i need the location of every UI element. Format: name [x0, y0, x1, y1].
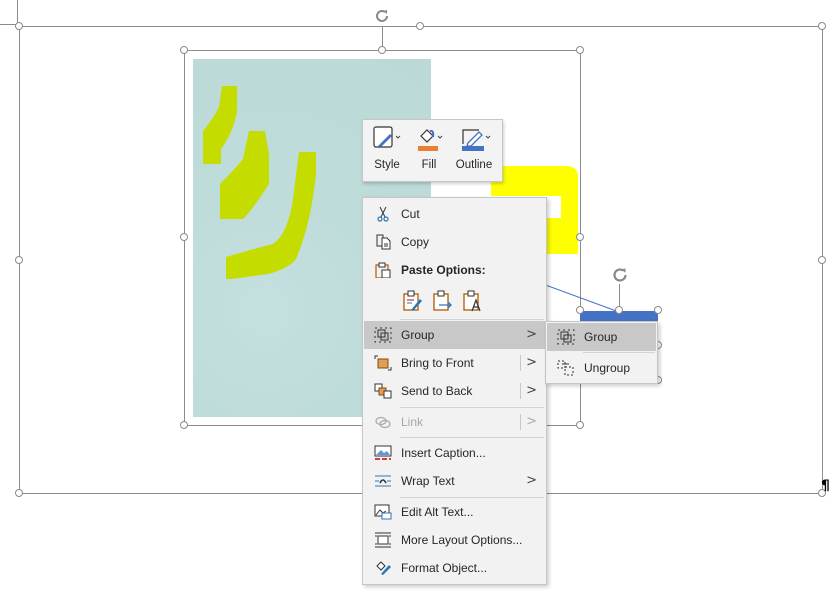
shape-style-icon	[373, 126, 401, 148]
chevron-right-icon[interactable]: >	[526, 355, 537, 370]
submenu-separator	[583, 352, 655, 353]
menu-label-send-to-back: Send to Back	[401, 384, 473, 398]
outer-handle-top-left[interactable]	[15, 22, 23, 30]
menu-separator	[400, 319, 544, 320]
bring-to-front-icon	[374, 355, 392, 371]
paste-keep-formatting-icon[interactable]	[401, 290, 423, 312]
menu-separator	[400, 437, 544, 438]
menu-item-copy[interactable]: Copy	[364, 228, 545, 256]
menu-label-format-object: Format Object...	[401, 561, 488, 575]
menu-label-link: Link	[401, 415, 424, 429]
outer-handle-top-mid[interactable]	[416, 22, 424, 30]
menu-label-group: Group	[401, 328, 435, 342]
menu-item-wrap-text[interactable]: Wrap Text >	[364, 467, 545, 495]
rotate-handle-inner[interactable]	[609, 264, 631, 286]
submenu-item-group[interactable]: Group	[547, 323, 656, 351]
pencil-outline-icon	[462, 129, 491, 151]
menu-item-insert-caption[interactable]: Insert Caption...	[364, 439, 545, 467]
menu-item-more-layout-options[interactable]: More Layout Options...	[364, 526, 545, 554]
menu-item-bring-to-front[interactable]: Bring to Front >	[364, 349, 545, 377]
menu-item-cut[interactable]: Cut	[364, 200, 545, 228]
submenu-item-ungroup[interactable]: Ungroup	[547, 354, 656, 382]
group-icon	[374, 327, 392, 343]
menu-label-bring-to-front: Bring to Front	[401, 356, 474, 370]
menu-label-insert-caption: Insert Caption...	[401, 446, 486, 460]
alt-text-icon	[374, 504, 392, 520]
chevron-right-icon: >	[526, 414, 537, 429]
picture-handle-bottom-left[interactable]	[180, 421, 188, 429]
outer-handle-top-right[interactable]	[818, 22, 826, 30]
outer-handle-bottom-left[interactable]	[15, 489, 23, 497]
split-divider	[520, 414, 521, 430]
menu-label-more-layout-options: More Layout Options...	[401, 533, 523, 547]
context-menu: Cut Copy Paste Options: Group > Bring to…	[362, 197, 547, 585]
menu-label-edit-alt-text: Edit Alt Text...	[401, 505, 474, 519]
style-button[interactable]: Style	[369, 124, 405, 178]
group-submenu: Group Ungroup	[545, 321, 658, 384]
fill-label: Fill	[421, 159, 437, 171]
wrap-text-icon	[375, 475, 391, 487]
blue-handle-top-left[interactable]	[576, 306, 584, 314]
scissors-icon	[377, 206, 389, 222]
menu-item-link: Link >	[364, 408, 545, 436]
split-divider	[520, 383, 521, 399]
ungroup-icon	[557, 360, 574, 376]
chevron-right-icon: >	[526, 327, 537, 342]
blue-handle-top-mid[interactable]	[615, 306, 623, 314]
outer-handle-mid-right[interactable]	[818, 256, 826, 264]
copy-icon	[376, 234, 391, 250]
paragraph-mark: ¶	[821, 478, 830, 494]
chevron-right-icon[interactable]: >	[526, 383, 537, 398]
group-icon	[557, 329, 575, 345]
rotate-handle-outer[interactable]	[372, 6, 392, 26]
menu-item-edit-alt-text[interactable]: Edit Alt Text...	[364, 498, 545, 526]
frame-outer-top-left-vert	[17, 0, 18, 24]
picture-handle-top-mid[interactable]	[378, 46, 386, 54]
picture-handle-mid-left[interactable]	[180, 233, 188, 241]
menu-label-copy: Copy	[401, 235, 430, 249]
menu-label-cut: Cut	[401, 207, 420, 221]
menu-item-paste-options: Paste Options:	[364, 256, 545, 284]
outer-handle-mid-left[interactable]	[15, 256, 23, 264]
menu-item-group[interactable]: Group >	[364, 321, 545, 349]
submenu-label-ungroup: Ungroup	[584, 361, 631, 375]
menu-label-paste-options: Paste Options:	[401, 263, 486, 277]
rotate-icon	[376, 10, 388, 22]
clipboard-icon	[375, 262, 391, 278]
paste-options-row	[401, 288, 491, 314]
format-object-icon	[376, 561, 391, 575]
picture-handle-mid-right[interactable]	[576, 233, 584, 241]
menu-item-send-to-back[interactable]: Send to Back >	[364, 377, 545, 405]
picture-handle-top-left[interactable]	[180, 46, 188, 54]
layout-options-icon	[375, 532, 391, 548]
mini-toolbar: Style Fill Outline	[362, 119, 503, 182]
picture-handle-top-right[interactable]	[576, 46, 584, 54]
outline-label: Outline	[455, 159, 493, 171]
insert-caption-icon	[374, 445, 392, 460]
style-label: Style	[374, 159, 400, 171]
chevron-right-icon: >	[526, 473, 537, 488]
submenu-label-group: Group	[584, 330, 618, 344]
fill-button[interactable]: Fill	[413, 124, 445, 178]
send-to-back-icon	[374, 383, 392, 399]
menu-item-format-object[interactable]: Format Object...	[364, 554, 545, 582]
split-divider	[520, 355, 521, 371]
link-icon	[375, 416, 391, 429]
paste-text-only-icon[interactable]	[461, 290, 483, 312]
blue-handle-top-right[interactable]	[654, 306, 662, 314]
paste-merge-icon[interactable]	[431, 290, 453, 312]
paint-bucket-icon	[418, 129, 443, 151]
menu-label-wrap-text: Wrap Text	[401, 474, 455, 488]
picture-handle-bottom-right[interactable]	[576, 421, 584, 429]
rotate-icon	[613, 268, 627, 282]
outline-button[interactable]: Outline	[453, 124, 495, 178]
